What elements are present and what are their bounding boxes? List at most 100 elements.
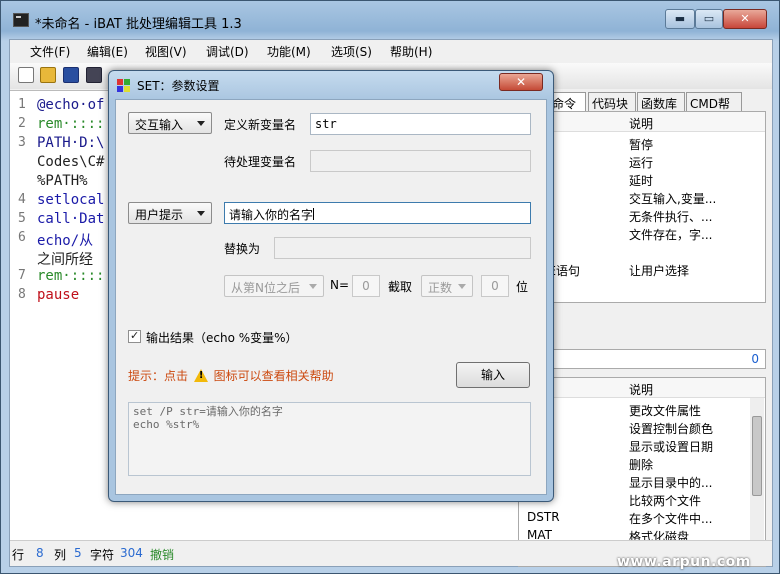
result-count: 0 (751, 352, 759, 366)
dialog-body: 交互输入 定义新变量名 str 待处理变量名 用户提示 请输入你的名字 替换为 … (115, 99, 547, 495)
prompt-select-value: 用户提示 (135, 208, 184, 222)
menu-edit[interactable]: 编辑(E) (87, 43, 128, 60)
code-text: pause (37, 287, 80, 303)
code-text: %PATH% (37, 173, 88, 189)
new-var-input[interactable]: str (310, 113, 531, 135)
line-number: 2 (18, 116, 26, 131)
command-list[interactable]: 说明 se暂停t运行延时交互输入,变量...运算无条件执行、...句文件存在，字… (518, 111, 766, 303)
desc-column-header: 说明 (629, 117, 654, 131)
tab-code-blocks[interactable]: 代码块 (588, 92, 636, 112)
line-number: 8 (18, 287, 26, 302)
length-input[interactable]: 0 (481, 275, 509, 297)
chars-value: 304 (120, 546, 143, 560)
code-text: @echo·of (37, 97, 105, 113)
line-number: 1 (18, 97, 26, 112)
chevron-down-icon (197, 211, 205, 216)
code-preview: set /P str=请输入你的名字 echo %str% (128, 402, 531, 476)
pending-var-input[interactable] (310, 150, 531, 172)
code-text: Codes\C# (37, 154, 105, 170)
scrollbar-thumb[interactable] (752, 416, 762, 496)
code-text: rem·:::: (37, 268, 105, 284)
output-checkbox-label: 输出结果（echo %变量%） (146, 331, 298, 345)
open-folder-icon[interactable] (40, 67, 56, 83)
warning-icon[interactable] (193, 369, 208, 382)
prompt-select[interactable]: 用户提示 (128, 202, 212, 224)
dialog-title: SET：参数设置 (137, 79, 220, 93)
sign-select[interactable]: 正数 (421, 275, 473, 297)
position-select[interactable]: 从第N位之后 (224, 275, 324, 297)
cmd-help-list[interactable]: 说明 RIB更改文件属性OR设置控制台颜色显示或设置日期删除显示目录中的...比… (518, 377, 766, 567)
code-text: PATH·D:\ (37, 135, 105, 151)
new-file-icon[interactable] (18, 67, 34, 83)
close-button[interactable]: ✕ (723, 9, 767, 29)
menu-function[interactable]: 功能(M) (267, 43, 311, 60)
replace-input[interactable] (274, 237, 531, 259)
command-description: 在多个文件中... (629, 512, 713, 526)
maximize-button[interactable]: ▭ (695, 9, 723, 29)
desc-column-header: 说明 (629, 383, 654, 397)
command-description: 更改文件属性 (629, 404, 702, 418)
command-description: 暂停 (629, 138, 654, 152)
cut-label: 截取 (388, 280, 413, 294)
window-title: *未命名 - iBAT 批处理编辑工具 1.3 (35, 17, 242, 32)
menu-view[interactable]: 视图(V) (145, 43, 187, 60)
command-description: 文件存在，字... (629, 228, 713, 242)
command-name: DSTR (527, 510, 560, 524)
title-bar[interactable]: *未命名 - iBAT 批处理编辑工具 1.3 ▬ ▭ ✕ (1, 1, 780, 39)
command-description: 运行 (629, 156, 654, 170)
help-hint: 提示：点击 图标可以查看相关帮助 (128, 367, 334, 384)
tab-cmd-help[interactable]: CMD帮助 (686, 92, 742, 128)
code-text: echo/从 (37, 233, 94, 249)
preview-line: echo %str% (133, 418, 200, 431)
sign-select-value: 正数 (428, 281, 453, 295)
input-button[interactable]: 输入 (456, 362, 530, 388)
line-number: 5 (18, 211, 26, 226)
hint-suffix: 图标可以查看相关帮助 (213, 369, 334, 383)
preview-line: set /P str=请输入你的名字 (133, 405, 283, 418)
tab-function-library[interactable]: 函数库 (637, 92, 685, 112)
mode-select[interactable]: 交互输入 (128, 112, 212, 134)
pending-var-label: 待处理变量名 (224, 155, 297, 169)
command-description: 删除 (629, 458, 654, 472)
side-panel: 说明 se暂停t运行延时交互输入,变量...运算无条件执行、...句文件存在，字… (518, 111, 766, 567)
chevron-down-icon (197, 121, 205, 126)
save-as-icon[interactable] (86, 67, 102, 83)
row-label: 行 (12, 548, 25, 562)
output-checkbox[interactable] (128, 329, 141, 343)
dialog-app-icon (117, 79, 131, 93)
chevron-down-icon (458, 284, 466, 289)
prompt-input[interactable]: 请输入你的名字 (224, 202, 531, 224)
command-description: 显示目录中的... (629, 476, 713, 490)
line-number-gutter (10, 91, 32, 541)
command-description: 显示或设置日期 (629, 440, 714, 454)
menu-help[interactable]: 帮助(H) (390, 43, 432, 60)
menu-options[interactable]: 选项(S) (331, 43, 372, 60)
replace-label: 替换为 (224, 242, 261, 256)
mode-select-value: 交互输入 (135, 118, 184, 132)
code-text: 之间所经 (37, 252, 93, 268)
position-select-value: 从第N位之后 (231, 281, 300, 295)
set-params-dialog: SET：参数设置 ✕ 交互输入 定义新变量名 str 待处理变量名 用户提示 请… (108, 70, 554, 502)
row-value: 8 (36, 546, 44, 560)
menu-debug[interactable]: 调试(D) (206, 43, 249, 60)
hint-prefix: 提示：点击 (128, 369, 189, 383)
menu-file[interactable]: 文件(F) (30, 43, 70, 60)
command-description: 延时 (629, 174, 654, 188)
dialog-close-button[interactable]: ✕ (499, 73, 543, 91)
command-description: 比较两个文件 (629, 494, 702, 508)
code-text: setlocal (37, 192, 105, 208)
minimize-button[interactable]: ▬ (665, 9, 695, 29)
command-description: 让用户选择 (629, 264, 690, 278)
n-input[interactable]: 0 (352, 275, 380, 297)
command-description: 无条件执行、... (629, 210, 713, 224)
command-description: 设置控制台颜色 (629, 422, 714, 436)
line-number: 4 (18, 192, 26, 207)
n-label: N= (330, 278, 350, 292)
line-number: 3 (18, 135, 26, 150)
search-input[interactable]: 0 (518, 349, 766, 369)
text-caret (313, 208, 315, 220)
save-icon[interactable] (63, 67, 79, 83)
line-number: 6 (18, 230, 26, 245)
unit-label: 位 (516, 280, 529, 294)
undo-status: 撤销 (150, 548, 175, 562)
